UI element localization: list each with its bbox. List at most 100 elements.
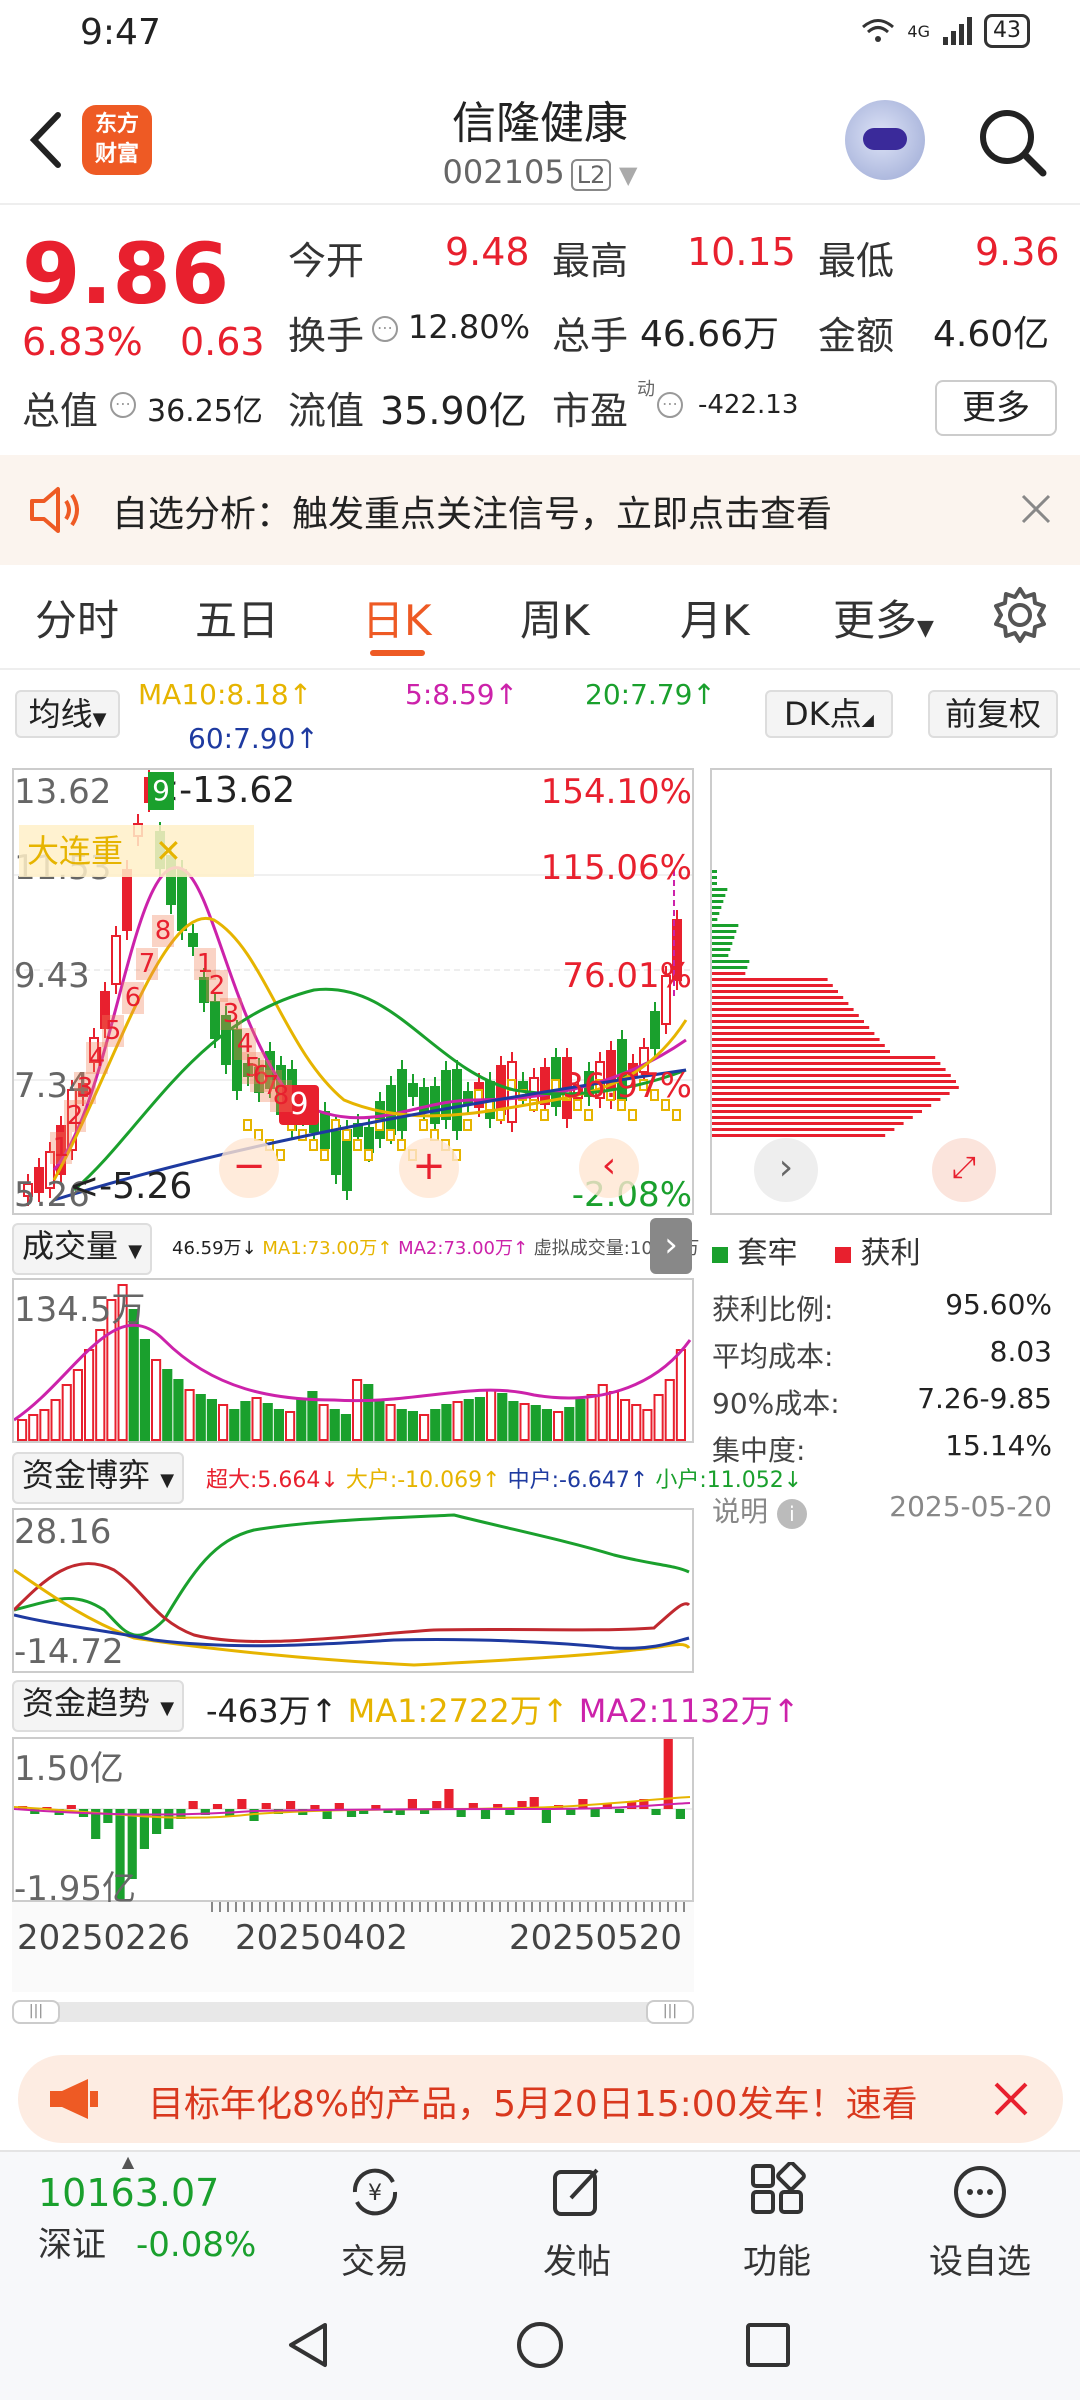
legend-trapped: 套牢 xyxy=(737,1236,798,1271)
volume-bar xyxy=(419,1414,430,1441)
green-legend-swatch xyxy=(712,1247,728,1263)
cost-marker xyxy=(672,1109,681,1121)
ma-selector[interactable]: 均线▼ xyxy=(15,690,120,738)
info-icon[interactable]: ⋯ xyxy=(657,392,683,418)
range-right-handle[interactable]: ||| xyxy=(646,2000,694,2024)
zoom-in-button[interactable]: + xyxy=(399,1138,459,1198)
dk-point-toggle[interactable]: DK点◢ xyxy=(765,690,893,738)
wifi-icon xyxy=(862,19,895,42)
zoom-out-button[interactable]: − xyxy=(219,1138,279,1198)
expand-panel-button[interactable]: › xyxy=(650,1218,692,1274)
analysis-banner-text: 自选分析：触发重点关注信号，立即点击查看 xyxy=(112,494,833,535)
tab-daily-k[interactable]: 日K xyxy=(362,587,432,648)
fund-trend-bar xyxy=(286,1801,296,1809)
tab-more[interactable]: 更多▼ xyxy=(833,587,934,648)
analysis-banner[interactable]: 自选分析：触发重点关注信号，立即点击查看 xyxy=(0,455,1080,565)
amount-value: 4.60亿 xyxy=(933,314,1050,355)
mktcap-value: 36.25亿 xyxy=(147,394,263,429)
signal-icon xyxy=(943,17,972,45)
fund-trend-bar xyxy=(407,1799,417,1809)
chip-bar xyxy=(712,1032,875,1035)
candle-body xyxy=(331,1125,341,1175)
index-quote[interactable]: ▲ 10163.07 深证 -0.08% xyxy=(38,2152,256,2266)
tab-weekly-k[interactable]: 周K xyxy=(520,587,590,648)
chip-bar xyxy=(712,888,728,891)
fund-game-indicators: 超大:5.664↓ 大户:-10.069↑ 中户:-6.647↑ 小户:11.0… xyxy=(206,1462,802,1494)
info-icon[interactable]: ⋯ xyxy=(110,392,136,418)
fund-game-axis-bottom: -14.72 xyxy=(14,1632,124,1672)
settings-gear-icon[interactable] xyxy=(990,585,1050,645)
volume-bar xyxy=(430,1409,441,1441)
promo-banner-text: 目标年化8%的产品，5月20日15:00发车！速看 xyxy=(148,2084,918,2125)
dropdown-icon: ▼ xyxy=(917,616,934,641)
small-holder-line xyxy=(13,1513,690,1637)
chip-bar xyxy=(712,1104,932,1107)
signal-box-text: 大连重 xyxy=(27,832,124,870)
close-icon[interactable]: ✕ xyxy=(155,832,182,870)
volume-selector[interactable]: 成交量 ▼ xyxy=(12,1223,153,1275)
ma-indicator-row: 均线▼ MA10:8.18↑ 5:8.59↑ 20:7.79↑ 60:7.90↑… xyxy=(0,670,1080,765)
fund-trend-chart[interactable]: 1.50亿 -1.95亿 xyxy=(12,1737,694,1909)
volume-bar xyxy=(497,1393,508,1441)
chip-bar xyxy=(712,942,733,945)
chip-bar xyxy=(712,876,717,879)
tab-monthly-k[interactable]: 月K xyxy=(680,587,750,648)
row-value: 8.03 xyxy=(989,1335,1052,1368)
range-slider-track[interactable]: ||| ||| xyxy=(12,2000,694,2024)
add-watchlist-button[interactable]: 设自选 xyxy=(905,2162,1055,2283)
fund-trend-bar xyxy=(590,1809,600,1817)
fund-trend-selector[interactable]: 资金趋势 ▼ xyxy=(12,1680,185,1732)
volume-axis-top: 134.5万 xyxy=(14,1290,146,1330)
note-row[interactable]: 说明 i 2025-05-20 xyxy=(712,1490,1052,1530)
chevron-right-icon[interactable]: › xyxy=(754,1138,818,1202)
td-up-label: 1 xyxy=(50,1132,72,1164)
chip-bar xyxy=(712,978,828,981)
expand-icon[interactable]: ⤢ xyxy=(932,1138,996,1202)
nav-recents-icon[interactable] xyxy=(745,2322,791,2368)
volume-bar xyxy=(195,1394,206,1441)
status-icons: 4G 43 xyxy=(861,14,1030,48)
kline-chart[interactable]: 13.62 11.53 9.43 7.34 5.26 154.10% 115.0… xyxy=(12,768,694,1215)
post-button[interactable]: 发帖 xyxy=(502,2162,652,2283)
low-value: 9.36 xyxy=(975,230,1060,274)
promo-banner[interactable]: 目标年化8%的产品，5月20日15:00发车！速看 xyxy=(18,2055,1063,2143)
trade-button[interactable]: ¥ 交易 xyxy=(300,2162,450,2283)
close-icon[interactable] xyxy=(993,2081,1029,2117)
signal-box[interactable]: 大连重 ✕ xyxy=(19,825,254,877)
small-holder-value: 小户:11.052↓ xyxy=(655,1468,803,1493)
function-button[interactable]: 功能 xyxy=(702,2161,852,2283)
adjust-selector[interactable]: 前复权 xyxy=(928,690,1058,738)
trade-label: 交易 xyxy=(341,2242,409,2282)
fund-trend-bar xyxy=(371,1805,381,1809)
close-icon[interactable] xyxy=(1020,493,1052,525)
info-icon: i xyxy=(776,1499,807,1529)
volume-bar xyxy=(586,1394,597,1441)
candle-body xyxy=(463,1091,473,1105)
volume-bar xyxy=(441,1404,452,1441)
info-icon[interactable]: ⋯ xyxy=(372,316,398,342)
candle-body xyxy=(441,1070,451,1120)
chip-distribution[interactable]: › ⤢ xyxy=(710,768,1052,1215)
cost-marker xyxy=(353,1139,362,1151)
volume-bar xyxy=(262,1403,273,1441)
volume-bar xyxy=(173,1379,184,1441)
open-label: 今开 xyxy=(288,239,365,283)
fund-game-chart[interactable]: 28.16 -14.72 xyxy=(12,1508,694,1673)
more-button[interactable]: 更多 xyxy=(935,380,1057,436)
robot-assistant-avatar[interactable] xyxy=(845,100,925,180)
tab-intraday[interactable]: 分时 xyxy=(35,587,119,648)
chip-bar xyxy=(712,960,750,963)
fund-trend-bar xyxy=(310,1805,320,1809)
volume-chart[interactable]: 134.5万 xyxy=(12,1278,694,1443)
ma60-value: 60:7.90↑ xyxy=(188,722,319,755)
range-left-handle[interactable]: ||| xyxy=(12,2000,60,2024)
nav-home-icon[interactable] xyxy=(515,2320,565,2370)
fund-game-selector[interactable]: 资金博弈 ▼ xyxy=(12,1452,185,1504)
fund-trend-bar xyxy=(261,1803,271,1809)
volume-bar xyxy=(564,1407,575,1441)
search-icon[interactable] xyxy=(975,105,1050,180)
tab-five-day[interactable]: 五日 xyxy=(195,587,279,648)
fund-trend-bar xyxy=(651,1809,661,1815)
nav-back-icon[interactable] xyxy=(283,2320,333,2370)
scroll-left-button[interactable]: ‹ xyxy=(579,1138,639,1198)
